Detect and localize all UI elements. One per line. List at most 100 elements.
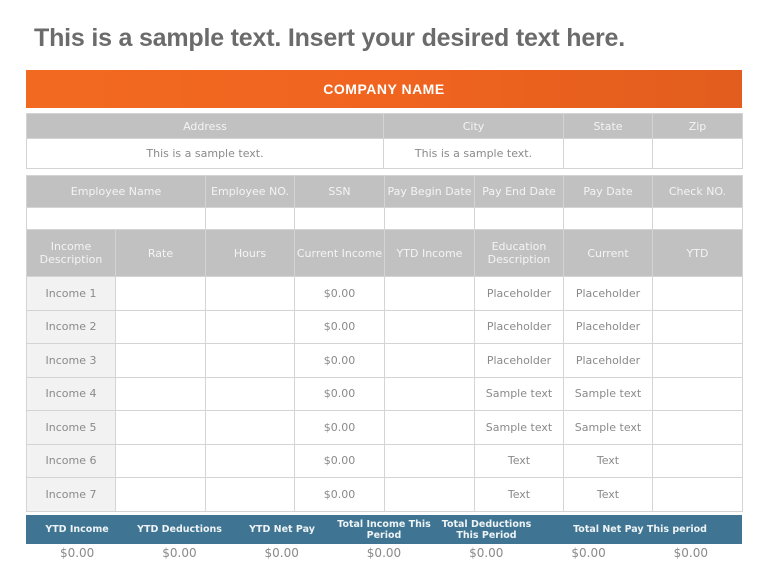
rate-cell[interactable] [115,309,206,344]
hours-cell[interactable] [205,443,295,478]
current-cell[interactable]: Text [563,443,653,478]
summary-value-ytd-income: $0.00 [59,546,95,560]
education-description-cell[interactable]: Sample text [474,410,564,445]
company-name-banner: COMPANY NAME [26,70,742,108]
summary-value-total-deductions: $0.00 [469,546,504,560]
current-income-cell[interactable]: $0.00 [294,343,385,378]
income-row: Income 6 $0.00 Text Text [26,443,743,478]
education-description-cell[interactable]: Placeholder [474,343,564,378]
employee-name-cell[interactable] [26,207,206,230]
summary-header-total-net-pay: Total Net Pay This period [573,524,707,535]
ytd-income-cell[interactable] [384,376,475,411]
header-rate: Rate [115,229,206,277]
header-hours: Hours [205,229,295,277]
ytd-cell[interactable] [652,443,743,478]
summary-header-ytd-net-pay: YTD Net Pay [249,524,315,535]
summary-header-total-income: Total Income This Period [337,518,431,541]
current-cell[interactable]: Placeholder [563,343,653,378]
header-address: Address [26,113,384,139]
ytd-cell[interactable] [652,477,743,512]
current-income-cell[interactable]: $0.00 [294,276,385,311]
header-employee-name: Employee Name [26,175,206,208]
ytd-income-cell[interactable] [384,276,475,311]
current-cell[interactable]: Sample text [563,410,653,445]
current-income-cell[interactable]: $0.00 [294,477,385,512]
header-pay-end-date: Pay End Date [474,175,564,208]
ytd-cell[interactable] [652,410,743,445]
hours-cell[interactable] [205,410,295,445]
hours-cell[interactable] [205,376,295,411]
current-income-cell[interactable]: $0.00 [294,376,385,411]
current-cell[interactable]: Text [563,477,653,512]
income-row: Income 1 $0.00 Placeholder Placeholder [26,276,743,311]
address-cell[interactable]: This is a sample text. [26,138,384,169]
rate-cell[interactable] [115,477,206,512]
header-ytd-income: YTD Income [384,229,475,277]
education-description-cell[interactable]: Text [474,477,564,512]
income-label-cell: Income 2 [26,309,116,344]
hours-cell[interactable] [205,343,295,378]
pay-begin-date-cell[interactable] [384,207,475,230]
current-income-cell[interactable]: $0.00 [294,443,385,478]
header-ssn: SSN [294,175,385,208]
summary-value-total-income: $0.00 [366,546,402,560]
income-label-cell: Income 7 [26,477,116,512]
header-state: State [563,113,653,139]
education-description-cell[interactable]: Text [474,443,564,478]
income-label-cell: Income 4 [26,376,116,411]
pay-end-date-cell[interactable] [474,207,564,230]
header-education-description: Education Description [474,229,564,277]
summary-value-ytd-deductions: $0.00 [162,546,197,560]
header-current: Current [563,229,653,277]
summary-value-total-net-pay: $0.00 [571,546,606,560]
summary-header-bar: YTD Income YTD Deductions YTD Net Pay To… [26,515,742,544]
ytd-income-cell[interactable] [384,443,475,478]
rate-cell[interactable] [115,410,206,445]
income-row: Income 4 $0.00 Sample text Sample text [26,376,743,411]
summary-value-ytd-net-pay: $0.00 [264,546,299,560]
rate-cell[interactable] [115,276,206,311]
ytd-cell[interactable] [652,309,743,344]
education-description-cell[interactable]: Sample text [474,376,564,411]
rate-cell[interactable] [115,376,206,411]
header-ytd: YTD [652,229,743,277]
company-name: COMPANY NAME [323,81,445,97]
check-no-cell[interactable] [652,207,743,230]
current-cell[interactable]: Sample text [563,376,653,411]
current-cell[interactable]: Placeholder [563,276,653,311]
ytd-income-cell[interactable] [384,343,475,378]
ytd-cell[interactable] [652,376,743,411]
hours-cell[interactable] [205,309,295,344]
education-description-cell[interactable]: Placeholder [474,276,564,311]
pay-date-cell[interactable] [563,207,653,230]
income-row: Income 5 $0.00 Sample text Sample text [26,410,743,445]
employee-no-cell[interactable] [205,207,295,230]
page-title: This is a sample text. Insert your desir… [34,24,626,52]
income-row: Income 2 $0.00 Placeholder Placeholder [26,309,743,344]
ssn-cell[interactable] [294,207,385,230]
education-description-cell[interactable]: Placeholder [474,309,564,344]
ytd-income-cell[interactable] [384,477,475,512]
current-cell[interactable]: Placeholder [563,309,653,344]
header-zip: Zip [652,113,743,139]
header-city: City [383,113,564,139]
ytd-cell[interactable] [652,276,743,311]
hours-cell[interactable] [205,276,295,311]
current-income-cell[interactable]: $0.00 [294,410,385,445]
income-label-cell: Income 6 [26,443,116,478]
income-label-cell: Income 3 [26,343,116,378]
rate-cell[interactable] [115,443,206,478]
ytd-income-cell[interactable] [384,410,475,445]
address-table: Address City State Zip This is a sample … [26,113,743,169]
city-cell[interactable]: This is a sample text. [383,138,564,169]
header-income-description: Income Description [26,229,116,277]
state-cell[interactable] [563,138,653,169]
zip-cell[interactable] [652,138,743,169]
ytd-income-cell[interactable] [384,309,475,344]
rate-cell[interactable] [115,343,206,378]
hours-cell[interactable] [205,477,295,512]
summary-header-ytd-deductions: YTD Deductions [137,524,222,535]
current-income-cell[interactable]: $0.00 [294,309,385,344]
header-employee-no: Employee NO. [205,175,295,208]
ytd-cell[interactable] [652,343,743,378]
